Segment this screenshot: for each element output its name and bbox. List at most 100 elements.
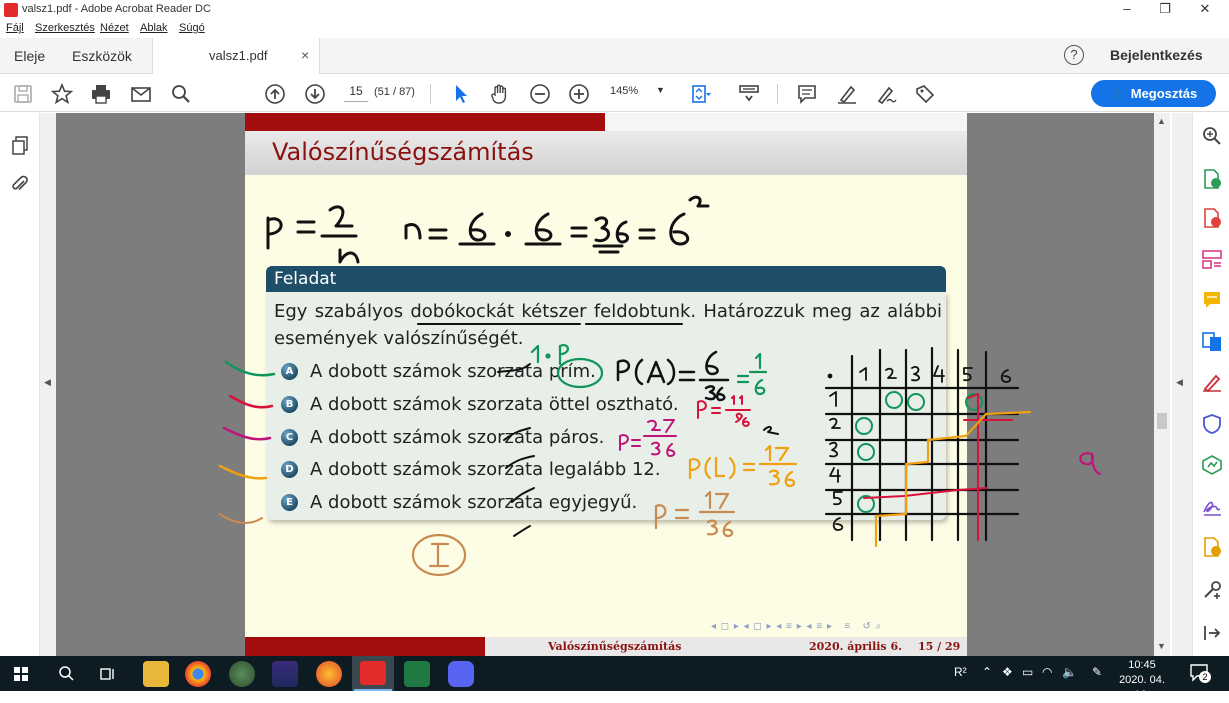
slide-footer-left — [245, 637, 485, 656]
item-text: A dobott számok szorzata egyjegyű. — [310, 491, 638, 513]
file-explorer-icon[interactable] — [143, 661, 169, 687]
firefox-icon[interactable] — [316, 661, 342, 687]
maximize-button[interactable]: ❐ — [1150, 1, 1180, 19]
footer-page: 15 / 29 — [918, 640, 961, 653]
pen-workspace-icon[interactable]: ✎ — [1092, 665, 1102, 679]
save-icon[interactable] — [10, 81, 36, 107]
menu-edit[interactable]: Szerkesztés — [35, 22, 95, 34]
comment-tool-icon[interactable] — [1201, 289, 1223, 311]
chrome-icon[interactable] — [185, 661, 211, 687]
select-pointer-icon[interactable] — [448, 81, 474, 107]
scroll-mode-icon[interactable] — [736, 81, 762, 107]
fit-page-icon[interactable] — [688, 81, 714, 107]
left-panel — [0, 113, 40, 656]
minimize-button[interactable]: – — [1112, 1, 1142, 19]
item-text: A dobott számok szorzata prím. — [310, 360, 596, 382]
tab-document[interactable]: valsz1.pdf × — [152, 38, 320, 74]
send-review-icon[interactable] — [1201, 536, 1223, 558]
wifi-icon[interactable]: ◠ — [1042, 665, 1052, 679]
task-view-icon[interactable] — [100, 666, 116, 682]
menu-file[interactable]: Fájl — [6, 22, 24, 34]
collapse-panel-icon[interactable] — [1201, 622, 1223, 644]
taskbar-clock[interactable]: 10:45 2020. 04. 16. — [1114, 658, 1170, 703]
notification-icon[interactable]: 2 — [1190, 664, 1211, 683]
menu-window[interactable]: Ablak — [140, 22, 168, 34]
zoom-out-icon[interactable] — [527, 81, 553, 107]
left-panel-toggle[interactable]: ◀ — [40, 113, 56, 656]
comment-icon[interactable] — [794, 81, 820, 107]
excel-icon[interactable] — [404, 661, 430, 687]
organize-pages-icon[interactable] — [1201, 248, 1223, 270]
attachment-icon[interactable] — [11, 175, 29, 195]
scroll-up-icon[interactable]: ▲ — [1157, 116, 1166, 126]
vertical-scrollbar[interactable]: ▲ ▼ — [1154, 113, 1170, 656]
zoom-search-icon[interactable] — [1201, 125, 1223, 147]
battery-icon[interactable]: ▭ — [1022, 665, 1033, 679]
item-bullet: A — [281, 362, 298, 380]
highlight-pen-icon[interactable] — [834, 81, 860, 107]
export-pdf-icon[interactable] — [1201, 168, 1223, 190]
menu-help[interactable]: Súgó — [179, 22, 205, 34]
windows-start-icon[interactable] — [14, 667, 28, 681]
tools-panel — [1192, 113, 1229, 656]
acrobat-logo-icon — [4, 3, 18, 17]
discord-icon[interactable] — [448, 661, 474, 687]
page-number-input[interactable]: 15 — [344, 84, 368, 102]
footer-title: Valószínűségszámítás — [548, 640, 682, 653]
item-text: A dobott számok szorzata legalább 12. — [310, 458, 661, 480]
signature-icon[interactable] — [1201, 495, 1223, 517]
optimize-icon[interactable] — [1201, 454, 1223, 476]
fill-sign-tool-icon[interactable] — [1201, 371, 1223, 393]
app-icon[interactable] — [229, 661, 255, 687]
more-tools-icon[interactable] — [1201, 579, 1223, 601]
zoom-in-icon[interactable] — [566, 81, 592, 107]
previous-page-icon[interactable] — [262, 81, 288, 107]
help-icon[interactable]: ? — [1064, 45, 1084, 65]
item-bullet: D — [281, 460, 298, 478]
acrobat-taskbar-button[interactable] — [352, 656, 394, 691]
next-page-icon[interactable] — [302, 81, 328, 107]
game-icon[interactable] — [272, 661, 298, 687]
draw-free-icon[interactable] — [873, 81, 899, 107]
tab-row: Eleje Eszközök valsz1.pdf × ? Bejelentke… — [0, 38, 1229, 74]
hand-tool-icon[interactable] — [487, 81, 513, 107]
mail-icon[interactable] — [128, 81, 154, 107]
clock-date: 2020. 04. 16. — [1119, 674, 1165, 701]
beamer-nav-symbols[interactable]: ◂ ◻ ▸ ◂ ◻ ▸ ◂ ≡ ▸ ◂ ≡ ▸ ≡ ↺ ⌕ — [711, 621, 882, 632]
title-bar: valsz1.pdf - Adobe Acrobat Reader DC – ❐… — [0, 0, 1229, 20]
print-icon[interactable] — [88, 81, 114, 107]
share-label: Megosztás — [1130, 86, 1198, 101]
people-icon[interactable]: R² — [954, 665, 967, 679]
acrobat-icon — [360, 661, 386, 685]
scrollbar-thumb[interactable] — [1157, 413, 1167, 429]
fill-sign-icon[interactable] — [912, 81, 938, 107]
close-tab-icon[interactable]: × — [301, 47, 309, 63]
create-pdf-icon[interactable] — [1201, 207, 1223, 229]
toolbar: 15 (51 / 87) 145% ▼ 👤 Megosztás — [0, 75, 1229, 112]
taskbar-search-icon[interactable] — [58, 665, 74, 681]
signin-link[interactable]: Bejelentkezés — [1110, 47, 1203, 63]
scroll-down-icon[interactable]: ▼ — [1157, 641, 1166, 651]
toolbar-divider — [430, 84, 431, 104]
tab-tools[interactable]: Eszközök — [72, 48, 132, 64]
chevron-left-icon: ◀ — [44, 377, 51, 387]
tab-document-label: valsz1.pdf — [209, 48, 268, 63]
block-header — [266, 266, 946, 292]
search-icon[interactable] — [168, 81, 194, 107]
bookmark-star-icon[interactable] — [49, 81, 75, 107]
slide-top-band — [245, 113, 605, 131]
share-button[interactable]: 👤 Megosztás — [1091, 80, 1216, 107]
close-window-button[interactable]: ✕ — [1190, 1, 1220, 19]
protect-shield-icon[interactable] — [1201, 413, 1223, 435]
item-bullet: C — [281, 428, 298, 446]
tab-home[interactable]: Eleje — [14, 48, 45, 64]
right-panel-toggle[interactable]: ◀ — [1172, 113, 1192, 656]
menu-view[interactable]: Nézet — [100, 22, 129, 34]
tray-chevron-icon[interactable]: ⌃ — [982, 665, 992, 679]
dropbox-icon[interactable]: ❖ — [1002, 665, 1013, 679]
volume-icon[interactable]: 🔈 — [1062, 665, 1077, 679]
combine-files-icon[interactable] — [1201, 331, 1223, 353]
pages-icon[interactable] — [11, 136, 29, 156]
zoom-select[interactable]: 145% ▼ — [610, 85, 668, 103]
window-title: valsz1.pdf - Adobe Acrobat Reader DC — [22, 3, 211, 15]
